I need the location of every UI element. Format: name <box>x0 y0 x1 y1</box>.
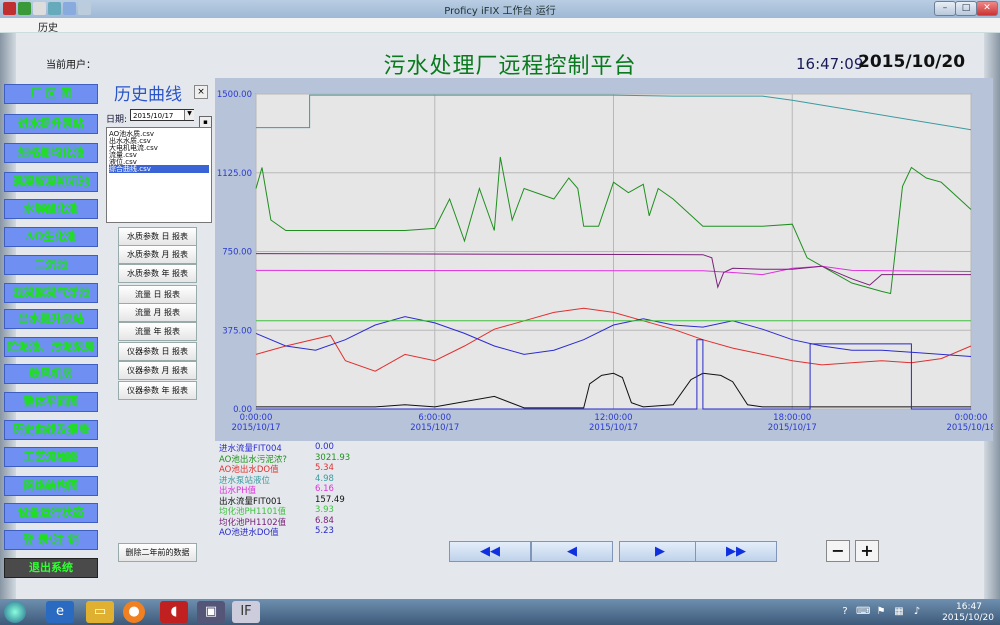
nav-hydrolysis-button[interactable]: 水解酸化池 <box>4 199 98 219</box>
browser-icon[interactable]: e <box>46 601 74 623</box>
media-icon[interactable]: ● <box>123 601 145 623</box>
legend-series-value: 0.00 <box>315 442 334 452</box>
report-button[interactable]: 流量 月 报表 <box>118 303 197 322</box>
x-tick-date: 2015/10/18 <box>947 423 994 433</box>
date-label: 日期: <box>106 115 128 125</box>
x-tick-time: 12:00:00 <box>594 413 632 423</box>
report-button[interactable]: 水质参数 日 报表 <box>118 227 197 246</box>
scroll-next-button[interactable]: ▶ <box>619 541 701 562</box>
nav-overall-plan-button[interactable]: 整体平面图 <box>4 392 98 412</box>
history-chart: 1500.00 1125.00 750.00 375.00 0.00 0:00:00 201… <box>215 78 993 441</box>
history-panel-title: 历史曲线 <box>114 85 182 105</box>
x-tick-date: 2015/10/17 <box>232 423 281 433</box>
clock-time: 16:47:09 <box>796 55 864 73</box>
legend-item: AO池进水DO值 5.23 <box>219 526 334 538</box>
legend-series-value: 6.84 <box>315 515 334 526</box>
nav-flotation-button[interactable]: 混凝絮凝气浮池 <box>4 283 98 303</box>
report-button[interactable]: 仪器参数 日 报表 <box>118 342 197 361</box>
close-window-button[interactable]: ✕ <box>976 1 998 16</box>
flag-icon[interactable]: ⚑ <box>874 601 888 623</box>
scroll-first-button[interactable]: ◀◀ <box>449 541 531 562</box>
tray-date: 2015/10/20 <box>942 613 994 623</box>
chevron-down-icon[interactable]: ▼ <box>184 110 194 120</box>
folder-icon[interactable]: ▭ <box>86 601 114 623</box>
maximize-button[interactable]: □ <box>955 1 977 16</box>
nav-site-map-button[interactable]: 厂 区 图 <box>4 84 98 104</box>
nav-process-flow-button[interactable]: 工艺流程图 <box>4 447 98 467</box>
x-tick-date: 2015/10/17 <box>589 423 638 433</box>
app-red-icon[interactable]: ◖ <box>160 601 188 623</box>
scroll-last-button[interactable]: ▶▶ <box>695 541 777 562</box>
x-tick-time: 6:00:00 <box>418 413 451 423</box>
nav-history-reports-button[interactable]: 历史曲线及报表 <box>4 420 98 440</box>
legend-series-value: 4.98 <box>315 473 334 484</box>
legend-series-value: 6.16 <box>315 484 334 494</box>
scroll-prev-button[interactable]: ◀ <box>531 541 613 562</box>
current-user-label: 当前用户： <box>46 60 96 71</box>
delete-old-data-button[interactable]: 删除二年前的数据 <box>118 543 197 562</box>
file-list[interactable]: AO池水质.csv 出水水质.csv 大电机电流.csv 流量.csv 液位.csv 综合… <box>106 127 212 223</box>
nav-login-logout-button[interactable]: 登 录\注 销 <box>4 530 98 550</box>
legend-series-value: 157.49 <box>315 494 345 505</box>
x-tick-time: 18:00:00 <box>773 413 811 423</box>
report-button[interactable]: 流量 年 报表 <box>118 322 197 341</box>
volume-icon[interactable]: ♪ <box>910 601 924 623</box>
window-title: Proficy iFIX 工作台 运行 <box>444 6 556 17</box>
taskbar: e ▭ ● ◖ ▣ IF ? ⌨ ⚑ ▦ ♪ <box>0 599 1000 625</box>
page-title: 污水处理厂远程控制平台 <box>383 54 637 79</box>
legend-series-value: 3021.93 <box>315 452 351 463</box>
window-title-bar: Proficy iFIX 工作台 运行 – □ ✕ <box>0 0 1000 19</box>
report-button[interactable]: 仪器参数 年 报表 <box>118 381 197 400</box>
nav-exit-button[interactable]: 退出系统 <box>4 558 98 578</box>
chart-svg: 1500.001125.00750.00375.000.000:00:00201… <box>217 90 994 433</box>
y-tick-label: 1125.00 <box>217 169 252 179</box>
minimize-button[interactable]: – <box>934 1 956 16</box>
keyboard-icon[interactable]: ⌨ <box>856 601 870 623</box>
help-icon[interactable]: ? <box>838 601 852 623</box>
x-tick-time: 0:00:00 <box>955 413 988 423</box>
nav-equipment-status-button[interactable]: 设备运行状态 <box>4 503 98 523</box>
nav-inlet-pump-button[interactable]: 进水提升泵站 <box>4 114 98 134</box>
y-tick-label: 750.00 <box>222 248 252 258</box>
network-icon[interactable]: ▦ <box>892 601 906 623</box>
y-tick-label: 1500.00 <box>217 90 252 100</box>
nav-sludge-house-button[interactable]: 贮泥池、污泥泵房 <box>4 337 98 357</box>
history-close-button[interactable]: × <box>194 85 208 99</box>
legend-series-value: 5.23 <box>315 526 334 536</box>
nav-coagulation-sedimentation-button[interactable]: 混凝絮凝初沉池 <box>4 172 98 192</box>
x-tick-date: 2015/10/17 <box>410 423 459 433</box>
menu-history[interactable]: 历史 <box>38 19 58 34</box>
file-list-item[interactable]: 综合曲线.csv <box>109 165 209 173</box>
legend-series-value: 5.34 <box>315 463 334 473</box>
window-switch-icon[interactable]: ▣ <box>197 601 225 623</box>
zoom-in-button[interactable]: + <box>855 540 879 562</box>
nav-fine-screen-button[interactable]: 细格栅均化池 <box>4 143 98 163</box>
zoom-out-button[interactable]: − <box>826 540 850 562</box>
y-tick-label: 375.00 <box>222 326 252 336</box>
x-tick-date: 2015/10/17 <box>768 423 817 433</box>
legend-series-value: 3.93 <box>315 505 334 515</box>
legend-series-name: AO池进水DO值 <box>219 528 279 538</box>
report-button[interactable]: 水质参数 年 报表 <box>118 264 197 283</box>
clock-date: 2015/10/20 <box>858 52 966 72</box>
report-button[interactable]: 仪器参数 月 报表 <box>118 361 197 380</box>
menu-bar: 历史 <box>0 18 1000 34</box>
start-orb-icon[interactable] <box>4 601 26 623</box>
nav-ao-bio-button[interactable]: AO生化池 <box>4 227 98 247</box>
nav-network-button[interactable]: 网络结构图 <box>4 476 98 496</box>
report-button[interactable]: 水质参数 月 报表 <box>118 245 197 264</box>
nav-outlet-pump-button[interactable]: 出水提升泵站 <box>4 309 98 329</box>
report-button[interactable]: 流量 日 报表 <box>118 285 197 304</box>
nav-secondary-clarifier-button[interactable]: 二沉池 <box>4 255 98 275</box>
tray-time: 16:47 <box>956 602 982 612</box>
ifix-app-icon[interactable]: IF <box>232 601 260 623</box>
nav-blower-house-button[interactable]: 鼓风机房 <box>4 364 98 384</box>
x-tick-time: 0:00:00 <box>240 413 273 423</box>
